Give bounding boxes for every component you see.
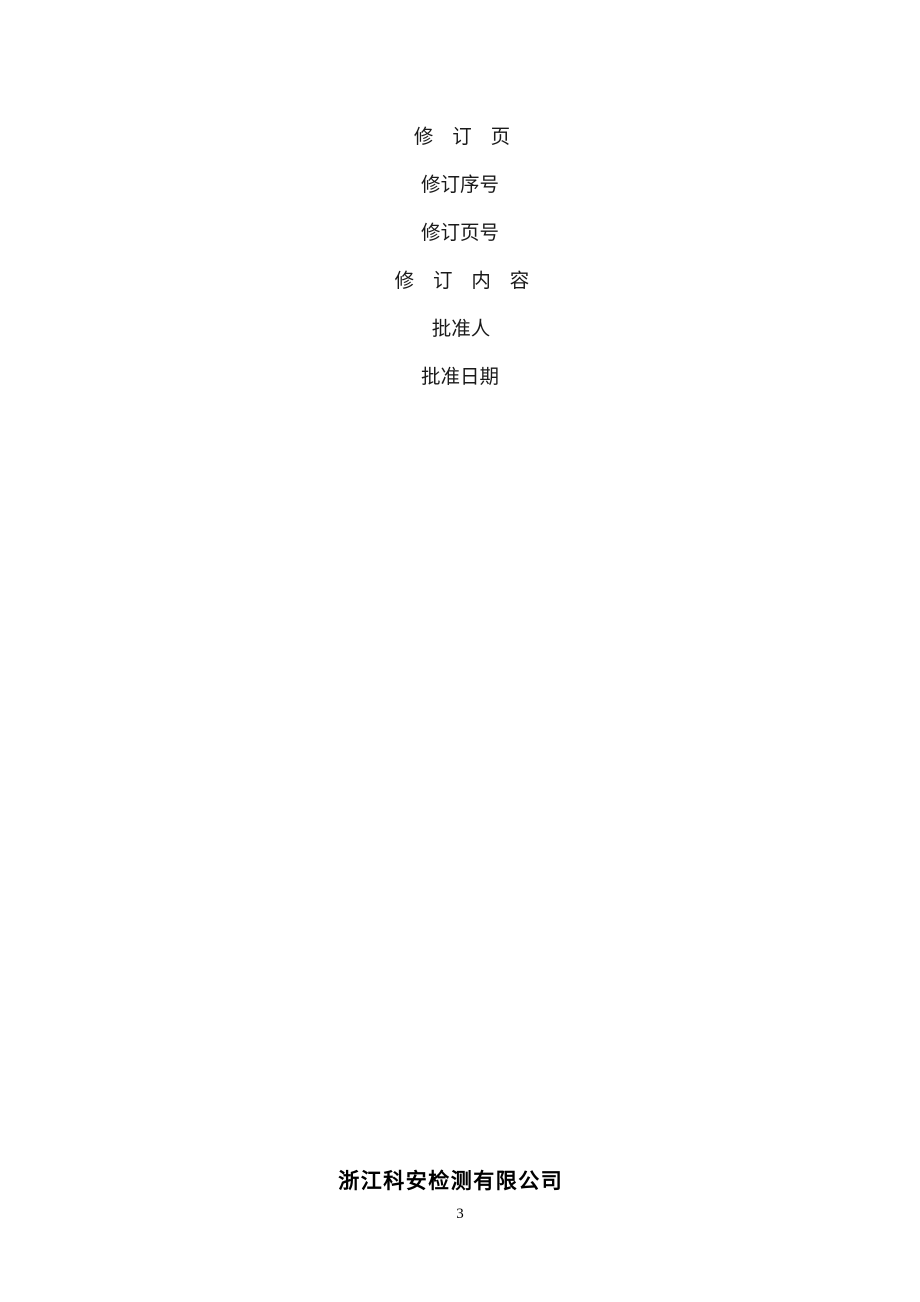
body-line-revision-content: 修 订 内 容	[394, 271, 537, 292]
body-line-revision-page-number: 修订页号	[420, 223, 499, 244]
document-page: 修 订 页 修订序号 修订页号 修 订 内 容 批准人 批准日期 浙江科安检测有…	[0, 0, 920, 1302]
body-line-revision-serial-number: 修订序号	[420, 175, 499, 196]
footer-company-name: 浙江科安检测有限公司	[338, 1169, 564, 1193]
body-line-revision-page-title: 修 订 页	[413, 127, 518, 148]
page-number: 3	[456, 1206, 464, 1222]
revision-page-body: 修 订 页 修订序号 修订页号 修 订 内 容 批准人 批准日期	[0, 114, 920, 402]
blank-content-area	[0, 404, 920, 1152]
body-line-approval-date: 批准日期	[420, 367, 499, 388]
body-line-approver: 批准人	[431, 319, 491, 340]
